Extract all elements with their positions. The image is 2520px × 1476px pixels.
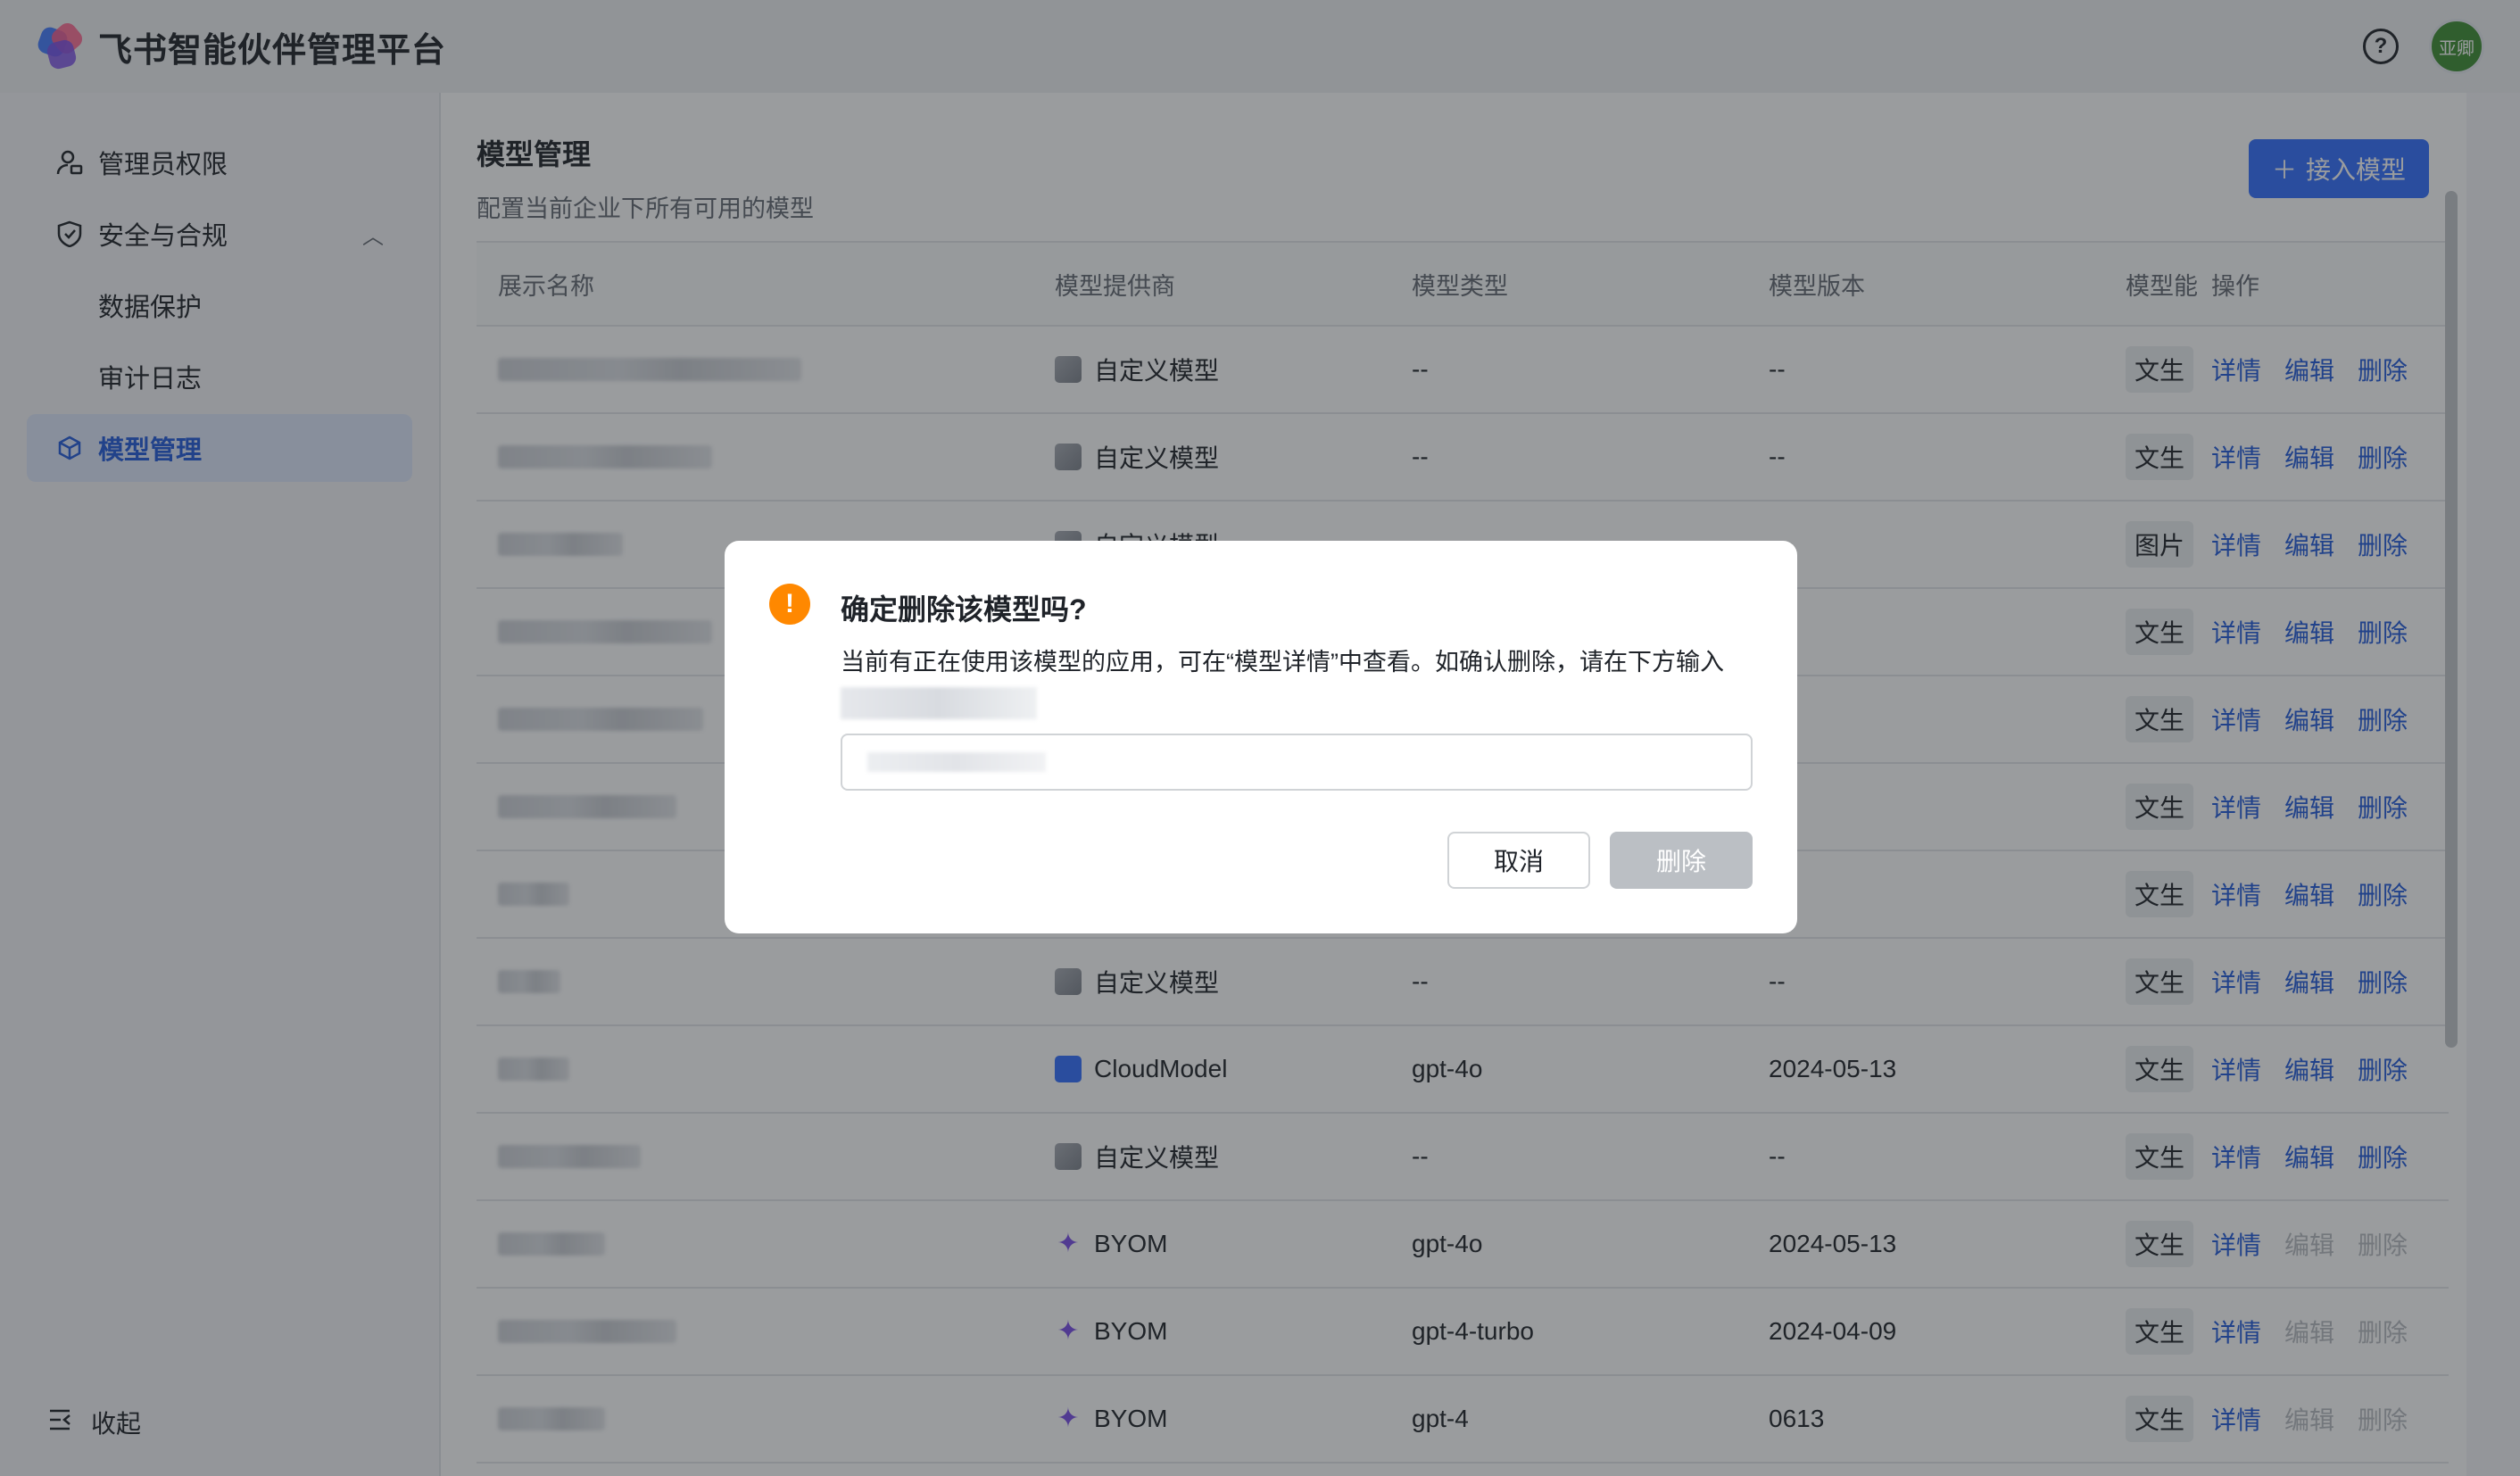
warning-icon: ! <box>769 584 810 625</box>
delete-confirm-dialog: ! 确定删除该模型吗? 当前有正在使用该模型的应用，可在“模型详情”中查看。如确… <box>725 541 1797 933</box>
delete-button[interactable]: 删除 <box>1610 832 1753 889</box>
dialog-body-text: 当前有正在使用该模型的应用，可在“模型详情”中查看。如确认删除，请在下方输入 <box>841 649 1724 676</box>
dialog-body: 当前有正在使用该模型的应用，可在“模型详情”中查看。如确认删除，请在下方输入 <box>841 643 1751 721</box>
cancel-button[interactable]: 取消 <box>1447 832 1590 889</box>
dialog-title: 确定删除该模型吗? <box>841 593 1087 626</box>
confirm-name-input[interactable] <box>841 734 1753 791</box>
redacted-model-name <box>841 686 1037 719</box>
redacted-input-text <box>867 752 1046 772</box>
